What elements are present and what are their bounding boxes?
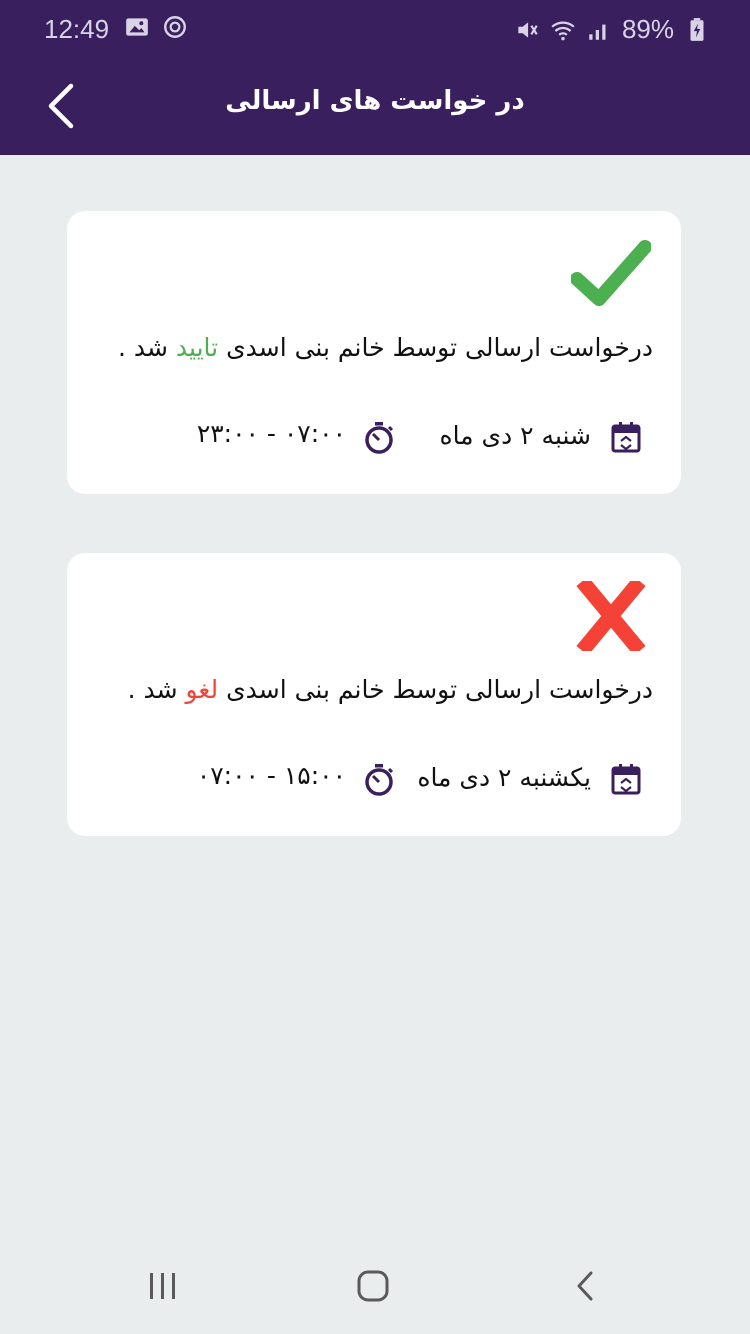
app-header: در خواست های ارسالی (0, 58, 750, 155)
status-time: 12:49 (44, 14, 110, 44)
close-icon (576, 581, 646, 651)
wifi-icon (551, 21, 575, 40)
message-suffix: شد . (117, 333, 168, 362)
status-icons-left (124, 14, 188, 40)
calendar-icon (611, 764, 641, 795)
mute-icon (518, 21, 538, 38)
image-icon (126, 18, 148, 36)
request-message: درخواست ارسالی توسط خانم بنی اسدی تایید … (93, 333, 653, 362)
sync-icon (164, 16, 186, 38)
request-message: درخواست ارسالی توسط خانم بنی اسدی لغو شد… (93, 675, 653, 704)
message-suffix: شد . (127, 675, 178, 704)
system-nav-bar (0, 1238, 750, 1334)
check-icon (571, 240, 651, 306)
app-bar: 12:49 89% در خواست های ارسالی (0, 0, 750, 155)
request-card-cancelled: درخواست ارسالی توسط خانم بنی اسدی لغو شد… (67, 553, 681, 836)
status-word-approved: تایید (175, 333, 219, 362)
signal-icon (589, 24, 606, 40)
request-date: یکشنبه ۲ دی ماه (417, 763, 591, 792)
status-bar: 12:49 89% (0, 0, 750, 58)
page-title: در خواست های ارسالی (225, 86, 525, 116)
back-icon (577, 1271, 593, 1301)
home-button[interactable] (343, 1258, 403, 1314)
recents-icon (150, 1273, 175, 1299)
home-icon (357, 1270, 389, 1302)
status-word-cancelled: لغو (185, 675, 219, 704)
calendar-icon (611, 422, 641, 453)
request-info-row: شنبه ۲ دی ماه ۲۳:۰۰ - ۰۷:۰۰ (101, 419, 641, 459)
status-icons-right: 89% (514, 14, 710, 45)
recents-button[interactable] (133, 1258, 193, 1314)
message-prefix: درخواست ارسالی توسط خانم بنی اسدی (226, 333, 653, 362)
request-date: شنبه ۲ دی ماه (439, 421, 591, 450)
timer-icon (365, 422, 394, 454)
request-time-range: ۰۷:۰۰ - ۱۵:۰۰ (196, 761, 346, 790)
system-back-button[interactable] (555, 1258, 615, 1314)
request-info-row: یکشنبه ۲ دی ماه ۰۷:۰۰ - ۱۵:۰۰ (101, 761, 641, 801)
request-card-approved: درخواست ارسالی توسط خانم بنی اسدی تایید … (67, 211, 681, 494)
timer-icon (365, 764, 394, 796)
battery-icon (690, 17, 704, 41)
battery-percent: 89% (621, 14, 674, 44)
message-prefix: درخواست ارسالی توسط خانم بنی اسدی (226, 675, 653, 704)
request-time-range: ۲۳:۰۰ - ۰۷:۰۰ (196, 419, 346, 448)
